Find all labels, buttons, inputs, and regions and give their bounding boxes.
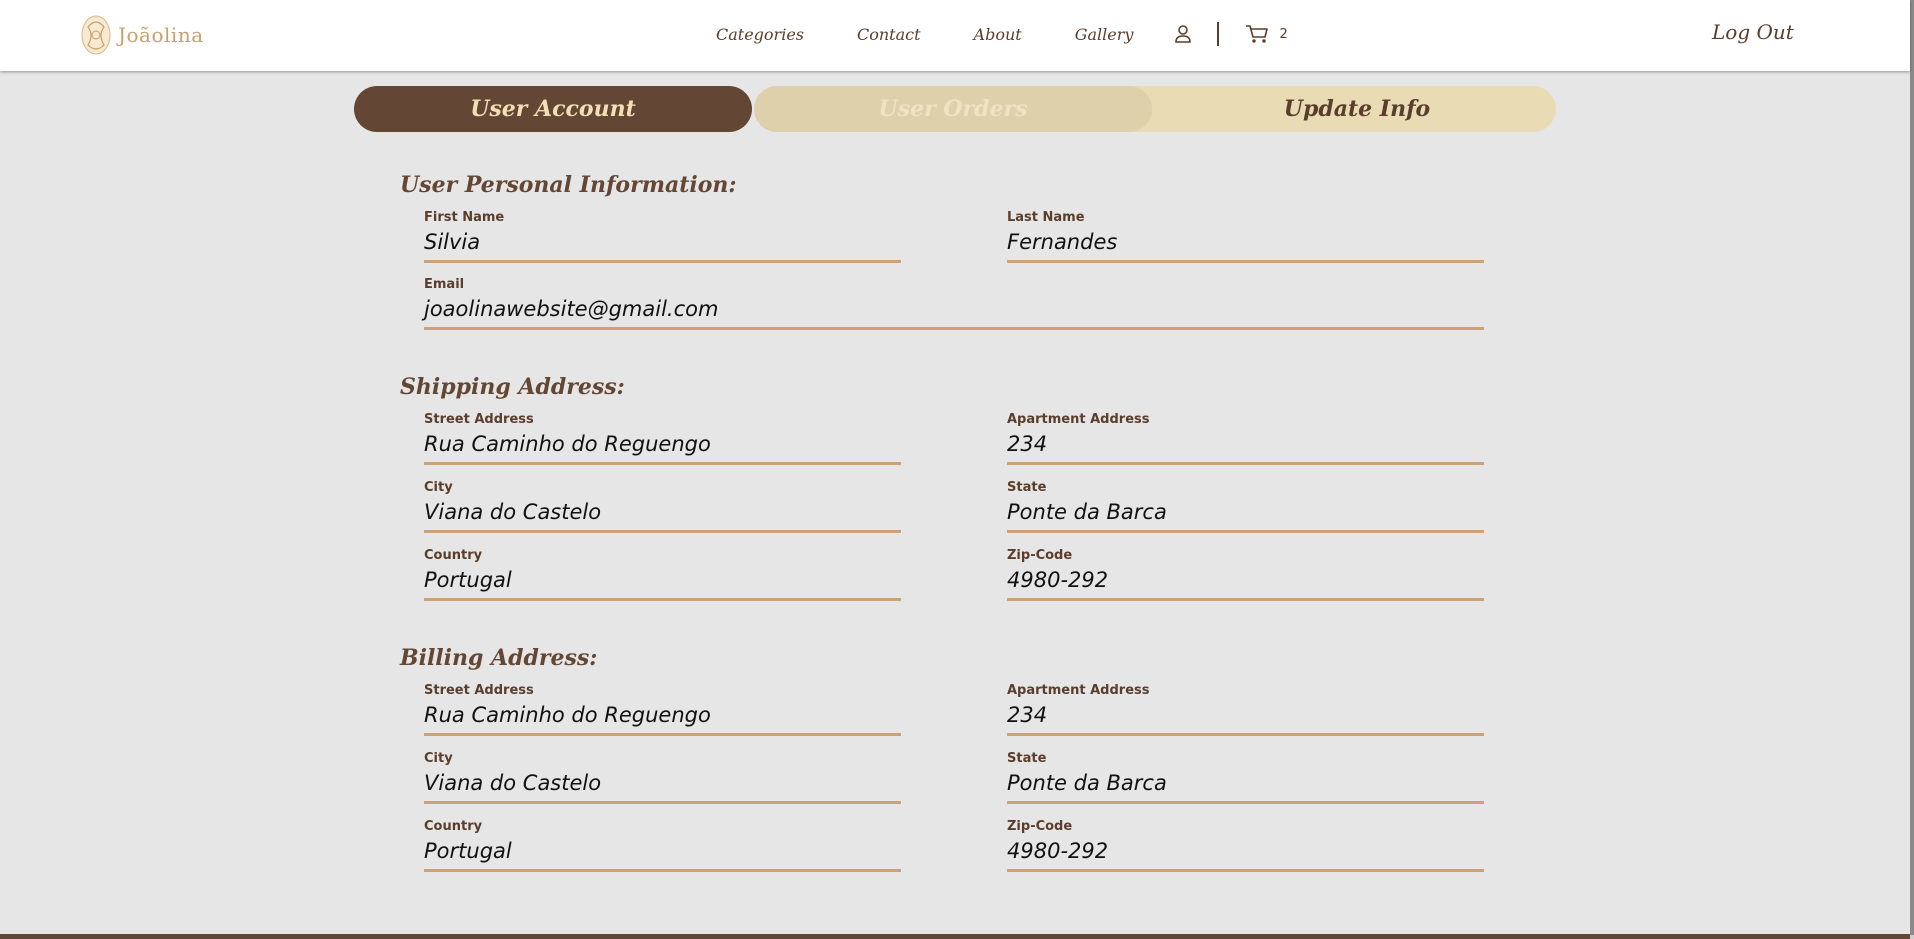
billing-state-value[interactable]: Ponte da Barca [1007, 767, 1484, 801]
shipping-country-field[interactable]: Country Portugal [424, 548, 901, 601]
shipping-state-value[interactable]: Ponte da Barca [1007, 496, 1484, 530]
scrollbar-thumb[interactable] [1910, 0, 1914, 935]
billing-apartment-field[interactable]: Apartment Address 234 [1007, 683, 1484, 736]
billing-country-value[interactable]: Portugal [424, 835, 901, 869]
cart-icon [1246, 25, 1269, 43]
shipping-street-label: Street Address [424, 412, 534, 427]
shipping-street-field[interactable]: Street Address Rua Caminho do Reguengo [424, 412, 901, 465]
field-underline [1007, 260, 1484, 263]
field-underline [424, 869, 901, 872]
field-underline [424, 462, 901, 465]
billing-city-value[interactable]: Viana do Castelo [424, 767, 901, 801]
field-underline [424, 327, 1484, 330]
shipping-apartment-label: Apartment Address [1007, 412, 1150, 427]
billing-city-field[interactable]: City Viana do Castelo [424, 751, 901, 804]
footer-edge [0, 934, 1910, 939]
first-name-label: First Name [424, 210, 505, 225]
billing-country-label: Country [424, 819, 483, 834]
shipping-apartment-value[interactable]: 234 [1007, 428, 1484, 462]
shipping-state-label: State [1007, 480, 1047, 495]
shipping-zip-label: Zip-Code [1007, 548, 1073, 563]
tab-update-info[interactable]: Update Info [1098, 86, 1556, 132]
cart-count-badge: 2 [1279, 26, 1288, 42]
shipping-zip-field[interactable]: Zip-Code 4980-292 [1007, 548, 1484, 601]
cart-button[interactable]: 2 [1245, 23, 1288, 45]
shipping-street-value[interactable]: Rua Caminho do Reguengo [424, 428, 901, 462]
shipping-state-field[interactable]: State Ponte da Barca [1007, 480, 1484, 533]
billing-zip-value[interactable]: 4980-292 [1007, 835, 1484, 869]
tab-user-orders[interactable]: User Orders [754, 86, 1152, 132]
logout-link[interactable]: Log Out [1712, 20, 1794, 44]
shipping-address-heading: Shipping Address: [400, 374, 625, 400]
first-name-field[interactable]: First Name Silvia [424, 210, 901, 263]
main-nav: Categories Contact About Gallery 2 [716, 22, 1288, 46]
shipping-city-field[interactable]: City Viana do Castelo [424, 480, 901, 533]
field-underline [1007, 733, 1484, 736]
field-underline [424, 530, 901, 533]
billing-apartment-value[interactable]: 234 [1007, 699, 1484, 733]
billing-street-value[interactable]: Rua Caminho do Reguengo [424, 699, 901, 733]
billing-apartment-label: Apartment Address [1007, 683, 1150, 698]
email-field[interactable]: Email joaolinawebsite@gmail.com [424, 277, 1484, 330]
last-name-field[interactable]: Last Name Fernandes [1007, 210, 1484, 263]
last-name-label: Last Name [1007, 210, 1085, 225]
tab-user-account[interactable]: User Account [354, 86, 752, 132]
account-tabs: User Account User Orders Update Info [354, 86, 1556, 132]
field-underline [1007, 598, 1484, 601]
field-underline [1007, 530, 1484, 533]
billing-city-label: City [424, 751, 453, 766]
shipping-apartment-field[interactable]: Apartment Address 234 [1007, 412, 1484, 465]
nav-categories[interactable]: Categories [716, 25, 804, 44]
billing-zip-label: Zip-Code [1007, 819, 1073, 834]
top-navigation-bar: Joãolina Categories Contact About Galler… [0, 0, 1910, 71]
billing-state-field[interactable]: State Ponte da Barca [1007, 751, 1484, 804]
billing-address-heading: Billing Address: [400, 645, 598, 671]
field-underline [424, 598, 901, 601]
logo-emblem-icon [81, 15, 111, 55]
field-underline [424, 733, 901, 736]
email-label: Email [424, 277, 465, 292]
user-icon[interactable] [1173, 23, 1193, 45]
billing-state-label: State [1007, 751, 1047, 766]
field-underline [1007, 462, 1484, 465]
shipping-country-value[interactable]: Portugal [424, 564, 901, 598]
nav-divider [1217, 22, 1220, 46]
billing-street-label: Street Address [424, 683, 534, 698]
shipping-city-value[interactable]: Viana do Castelo [424, 496, 901, 530]
site-logo[interactable]: Joãolina [78, 13, 204, 57]
nav-about[interactable]: About [974, 25, 1022, 44]
field-underline [424, 801, 901, 804]
shipping-country-label: Country [424, 548, 483, 563]
nav-gallery[interactable]: Gallery [1075, 25, 1134, 44]
last-name-value[interactable]: Fernandes [1007, 226, 1484, 260]
logo-text: Joãolina [118, 23, 204, 47]
billing-street-field[interactable]: Street Address Rua Caminho do Reguengo [424, 683, 901, 736]
field-underline [1007, 869, 1484, 872]
shipping-zip-value[interactable]: 4980-292 [1007, 564, 1484, 598]
first-name-value[interactable]: Silvia [424, 226, 901, 260]
email-value[interactable]: joaolinawebsite@gmail.com [424, 293, 1484, 327]
field-underline [424, 260, 901, 263]
shipping-city-label: City [424, 480, 453, 495]
billing-country-field[interactable]: Country Portugal [424, 819, 901, 872]
personal-info-heading: User Personal Information: [400, 172, 737, 198]
nav-contact[interactable]: Contact [857, 25, 921, 44]
billing-zip-field[interactable]: Zip-Code 4980-292 [1007, 819, 1484, 872]
field-underline [1007, 801, 1484, 804]
